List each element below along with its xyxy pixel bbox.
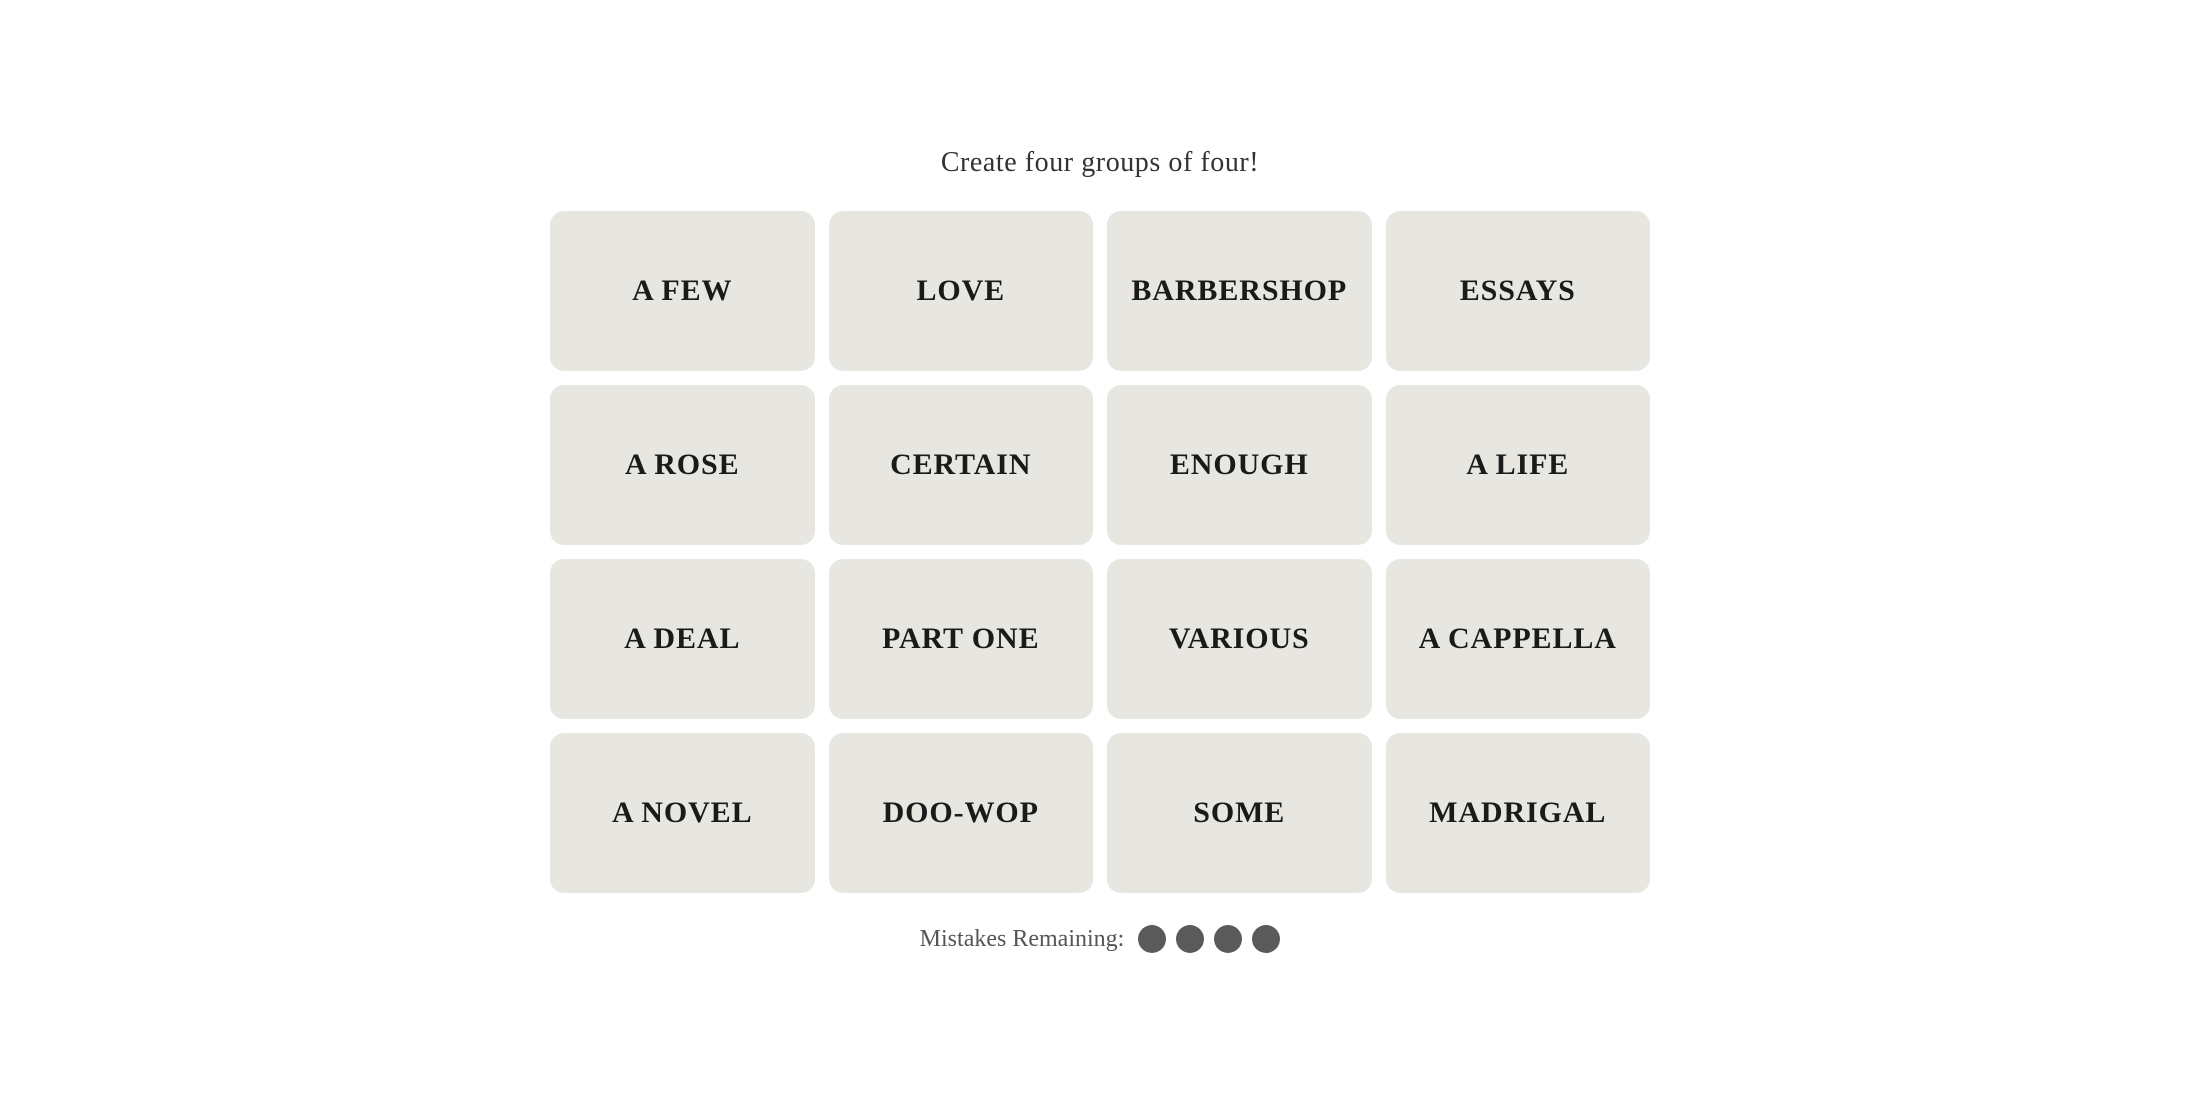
tile-a-deal[interactable]: A DEAL (550, 559, 815, 719)
tile-a-few[interactable]: A FEW (550, 211, 815, 371)
tile-a-cappella[interactable]: A CAPPELLA (1386, 559, 1651, 719)
tile-essays[interactable]: ESSAYS (1386, 211, 1651, 371)
mistake-dot-2 (1176, 925, 1204, 953)
mistakes-section: Mistakes Remaining: (920, 925, 1281, 953)
tile-some[interactable]: SOME (1107, 733, 1372, 893)
tile-label-doo-wop: DOO-WOP (871, 796, 1051, 830)
tile-label-a-novel: A NOVEL (600, 796, 765, 830)
tile-a-life[interactable]: A LIFE (1386, 385, 1651, 545)
tile-label-various: VARIOUS (1157, 622, 1322, 656)
tile-certain[interactable]: CERTAIN (829, 385, 1094, 545)
tile-a-rose[interactable]: A ROSE (550, 385, 815, 545)
tile-label-essays: ESSAYS (1448, 274, 1588, 308)
tile-label-love: LOVE (904, 274, 1017, 308)
tile-madrigal[interactable]: MADRIGAL (1386, 733, 1651, 893)
mistakes-dots (1138, 925, 1280, 953)
tile-label-a-rose: A ROSE (613, 448, 752, 482)
tile-label-a-cappella: A CAPPELLA (1407, 622, 1629, 656)
tile-doo-wop[interactable]: DOO-WOP (829, 733, 1094, 893)
mistakes-label: Mistakes Remaining: (920, 926, 1125, 953)
tile-label-a-few: A FEW (620, 274, 744, 308)
tile-part-one[interactable]: PART ONE (829, 559, 1094, 719)
tile-a-novel[interactable]: A NOVEL (550, 733, 815, 893)
tile-label-certain: CERTAIN (878, 448, 1043, 482)
tile-enough[interactable]: ENOUGH (1107, 385, 1372, 545)
mistake-dot-4 (1252, 925, 1280, 953)
tile-love[interactable]: LOVE (829, 211, 1094, 371)
mistake-dot-1 (1138, 925, 1166, 953)
tile-label-madrigal: MADRIGAL (1417, 796, 1618, 830)
tile-barbershop[interactable]: BARBERSHOP (1107, 211, 1372, 371)
game-container: Create four groups of four! A FEW LOVE BAR… (550, 147, 1650, 953)
tile-label-enough: ENOUGH (1158, 448, 1321, 482)
tile-label-a-life: A LIFE (1454, 448, 1581, 482)
tile-grid: A FEW LOVE BARBERSHOP ESSAYS A ROSE CERTAIN EN… (550, 211, 1650, 893)
subtitle: Create four groups of four! (941, 147, 1259, 179)
tile-various[interactable]: VARIOUS (1107, 559, 1372, 719)
tile-label-a-deal: A DEAL (612, 622, 752, 656)
mistake-dot-3 (1214, 925, 1242, 953)
tile-label-some: SOME (1181, 796, 1297, 830)
tile-label-barbershop: BARBERSHOP (1119, 274, 1359, 308)
tile-label-part-one: PART ONE (870, 622, 1052, 656)
